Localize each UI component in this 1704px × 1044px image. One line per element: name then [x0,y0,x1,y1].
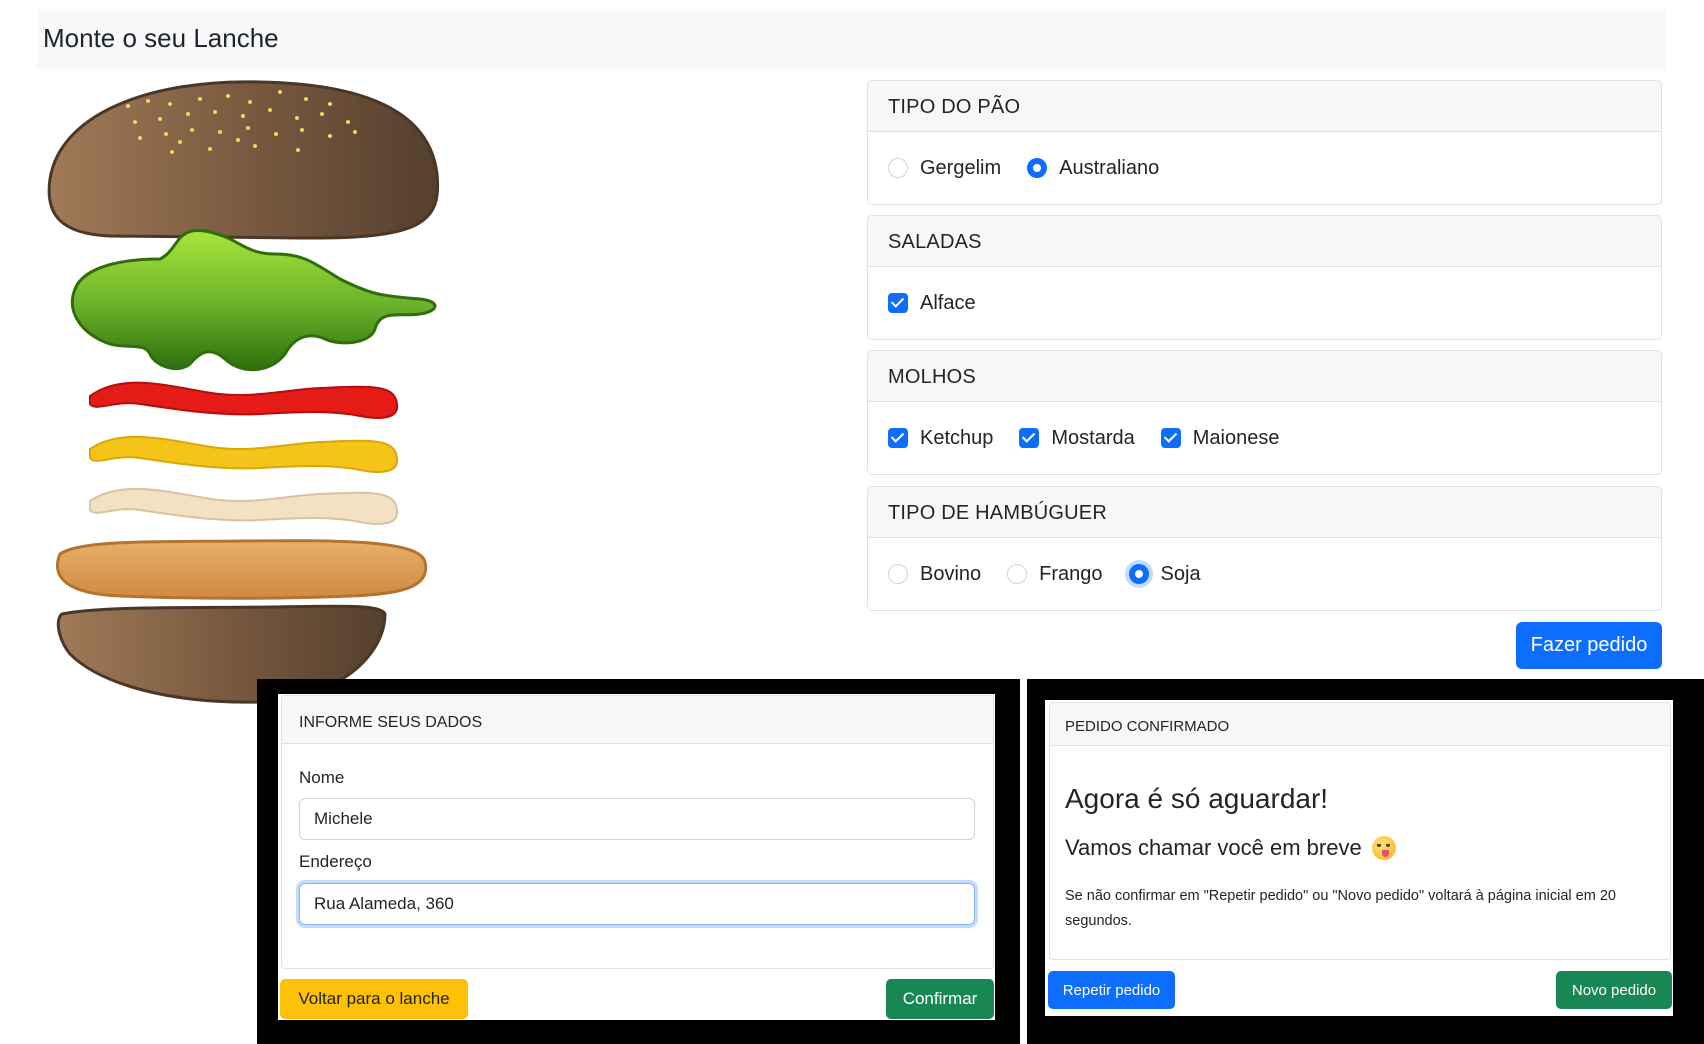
burger-illustration [47,80,440,704]
burger-option-label: Bovino [920,562,982,585]
patty [56,539,428,600]
bread-card: TIPO DO PÃO Gergelim Australiano [867,80,1662,205]
sauces-card: MOLHOS Ketchup Mostarda Maionese [867,350,1662,475]
confirmation-heading: Agora é só aguardar! [1065,783,1329,814]
sauce-option-mostarda[interactable]: Mostarda [1019,426,1135,450]
sauce-option-label: Mostarda [1051,426,1135,449]
back-to-burger-button[interactable]: Voltar para o lanche [280,979,468,1019]
burger-type-card: TIPO DE HAMBÚGUER Bovino Frango Soja [867,486,1662,611]
order-button[interactable]: Fazer pedido [1516,622,1662,669]
salads-card-header: SALADAS [868,216,1661,267]
navbar: Monte o seu Lanche [37,9,1666,69]
top-bun [47,80,440,240]
checkbox-maionese[interactable] [1160,428,1181,448]
bread-option-label: Gergelim [920,156,1002,179]
customer-modal: INFORME SEUS DADOS Nome Endereço Voltar … [278,694,995,1020]
salads-card: SALADAS Alface [867,215,1662,340]
sauces-options: Ketchup Mostarda Maionese [868,402,1661,474]
radio-frango[interactable] [1007,564,1028,584]
sauces-card-header: MOLHOS [868,351,1661,402]
confirmation-subheading-row: Vamos chamar você em breve [1065,835,1396,861]
radio-gergelim[interactable] [888,158,908,178]
address-input[interactable] [299,883,975,925]
burger-option-soja[interactable]: Soja [1128,562,1201,586]
confirmation-subheading: Vamos chamar você em breve [1065,835,1362,860]
checkbox-mostarda[interactable] [1019,428,1040,448]
confirmation-card-header: PEDIDO CONFIRMADO [1050,703,1670,746]
confirmation-modal: PEDIDO CONFIRMADO Agora é só aguardar! V… [1045,700,1673,1016]
salad-option-alface[interactable]: Alface [888,292,976,315]
lettuce [70,229,437,372]
mayonnaise [89,487,399,525]
name-input[interactable] [299,798,975,840]
confirmation-card: PEDIDO CONFIRMADO Agora é só aguardar! V… [1049,702,1671,960]
name-label: Nome [299,768,345,787]
bread-option-label: Australiano [1059,156,1160,179]
salads-options: Alface [868,267,1661,339]
radio-bovino[interactable] [888,564,908,584]
bread-option-gergelim[interactable]: Gergelim [888,157,1001,180]
radio-soja[interactable] [1128,564,1149,584]
confirmation-message: Se não confirmar em "Repetir pedido" ou … [1065,888,1616,929]
bread-options: Gergelim Australiano [868,132,1661,204]
confirm-button[interactable]: Confirmar [886,979,994,1019]
sauce-option-maionese[interactable]: Maionese [1160,426,1280,450]
burger-option-label: Soja [1160,562,1201,585]
bread-option-australiano[interactable]: Australiano [1027,157,1159,180]
checkbox-alface[interactable] [888,293,908,313]
burger-option-frango[interactable]: Frango [1007,562,1103,586]
sauce-option-label: Ketchup [920,426,994,449]
sauce-option-label: Maionese [1192,426,1280,449]
sauce-option-ketchup[interactable]: Ketchup [888,427,993,450]
burger-type-options: Bovino Frango Soja [868,538,1661,610]
ketchup [89,381,399,419]
burger-option-bovino[interactable]: Bovino [888,563,981,586]
address-label: Endereço [299,852,372,871]
bread-card-header: TIPO DO PÃO [868,81,1661,132]
mustard [89,435,399,473]
new-order-button[interactable]: Novo pedido [1556,971,1672,1009]
checkbox-ketchup[interactable] [888,428,908,448]
radio-australiano[interactable] [1027,158,1048,178]
brand-title[interactable]: Monte o seu Lanche [43,23,279,54]
tongue-face-emoji-icon [1371,836,1396,860]
salad-option-label: Alface [920,291,976,314]
burger-type-card-header: TIPO DE HAMBÚGUER [868,487,1661,538]
customer-card-header: INFORME SEUS DADOS [282,696,993,744]
repeat-order-button[interactable]: Repetir pedido [1048,971,1175,1009]
burger-option-label: Frango [1039,562,1103,585]
customer-card: INFORME SEUS DADOS Nome Endereço [281,695,994,969]
